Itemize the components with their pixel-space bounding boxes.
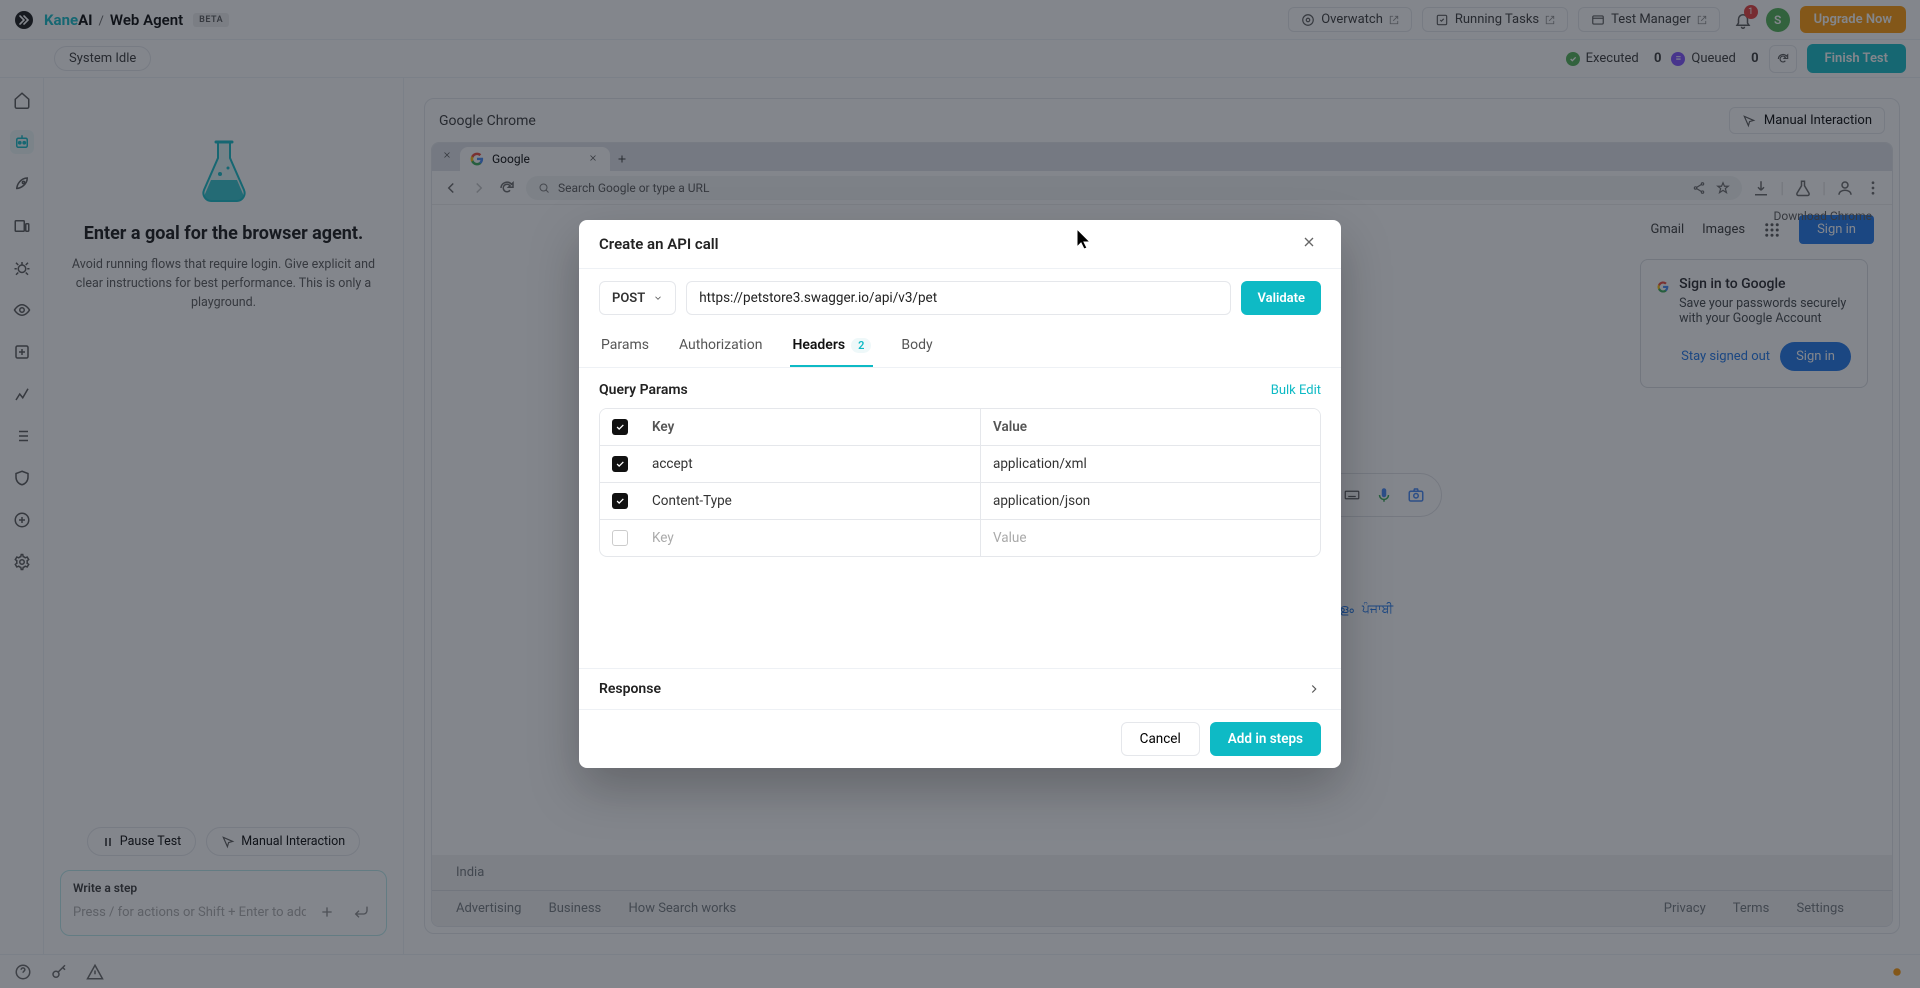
table-row — [600, 446, 1320, 483]
tab-body[interactable]: Body — [899, 327, 934, 367]
tab-params[interactable]: Params — [599, 327, 651, 367]
cancel-button[interactable]: Cancel — [1121, 722, 1200, 756]
modal-title: Create an API call — [599, 235, 719, 253]
http-method-select[interactable]: POST — [599, 281, 676, 315]
table-row — [600, 483, 1320, 520]
header-key-input[interactable] — [652, 493, 968, 509]
row-checkbox[interactable] — [612, 493, 628, 509]
add-in-steps-button[interactable]: Add in steps — [1210, 722, 1321, 756]
row-checkbox[interactable] — [612, 530, 628, 546]
column-header-key: Key — [640, 409, 980, 445]
validate-button[interactable]: Validate — [1241, 281, 1321, 315]
tab-authorization[interactable]: Authorization — [677, 327, 764, 367]
api-url-input[interactable] — [686, 281, 1231, 315]
chevron-right-icon — [1307, 682, 1321, 696]
header-value-input[interactable] — [993, 456, 1308, 472]
tab-headers[interactable]: Headers 2 — [790, 327, 873, 367]
column-header-value: Value — [980, 409, 1320, 445]
header-key-input[interactable] — [652, 456, 968, 472]
modal-overlay: Create an API call POST Validate Params … — [0, 0, 1920, 988]
chevron-down-icon — [653, 293, 663, 303]
bulk-edit-link[interactable]: Bulk Edit — [1271, 383, 1321, 398]
api-modal: Create an API call POST Validate Params … — [579, 220, 1341, 768]
headers-count-badge: 2 — [851, 338, 871, 353]
headers-table: Key Value — [599, 408, 1321, 557]
query-params-title: Query Params — [599, 382, 688, 398]
modal-close-button[interactable] — [1301, 234, 1321, 254]
header-key-input[interactable] — [652, 530, 968, 546]
header-value-input[interactable] — [993, 530, 1308, 546]
table-row-empty — [600, 520, 1320, 556]
header-value-input[interactable] — [993, 493, 1308, 509]
select-all-checkbox[interactable] — [612, 419, 628, 435]
response-section-toggle[interactable]: Response — [579, 668, 1341, 709]
row-checkbox[interactable] — [612, 456, 628, 472]
